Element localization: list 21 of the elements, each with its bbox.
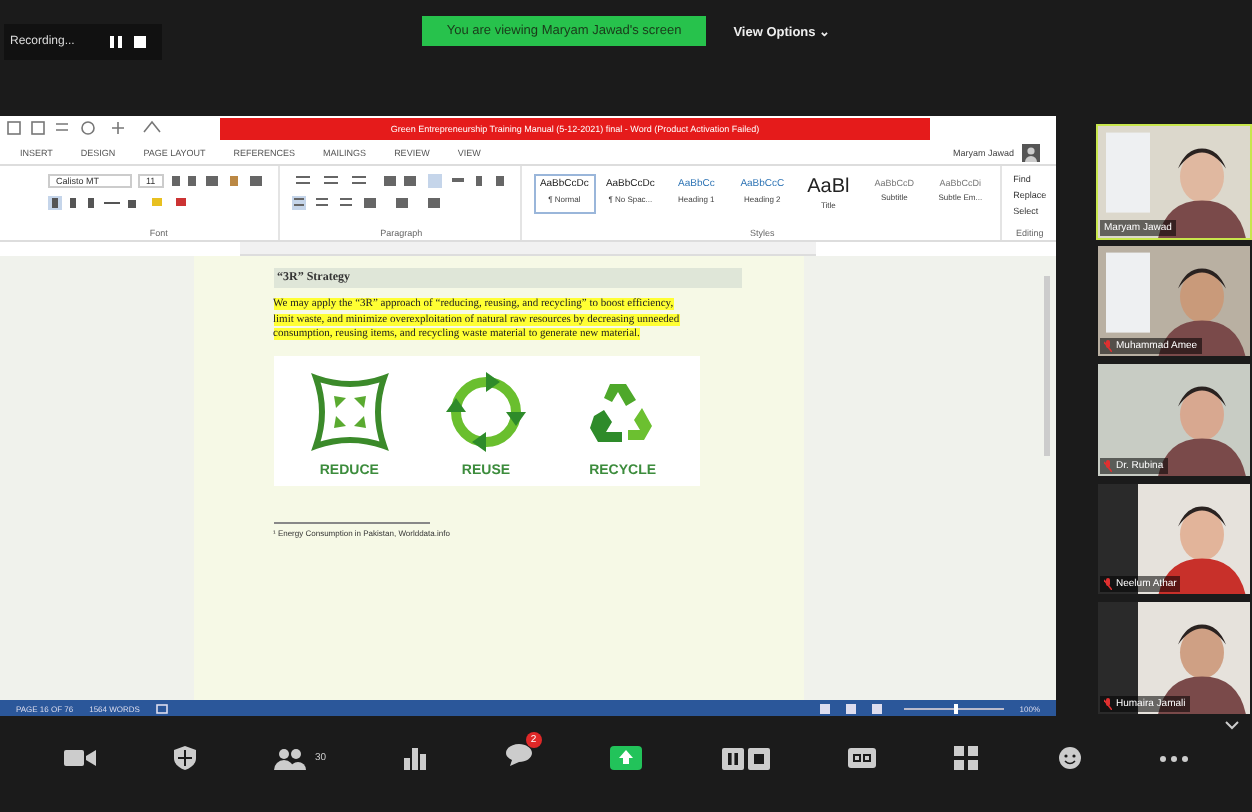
scroll-bar[interactable] [1044, 276, 1050, 456]
bar-chart-icon[interactable] [404, 747, 427, 769]
inward-arrows-icon [309, 371, 390, 452]
video-camera-icon[interactable] [63, 748, 96, 768]
people-icon[interactable] [274, 747, 307, 769]
stop-icon[interactable] [134, 36, 147, 48]
view-mode-icons[interactable] [819, 703, 888, 713]
more-icon[interactable] [1160, 755, 1189, 761]
grid-icon[interactable] [954, 746, 979, 770]
shield-icon[interactable] [174, 746, 197, 770]
pause-stop-icon[interactable] [721, 747, 770, 769]
pause-icon[interactable] [110, 36, 123, 48]
proofing-icon[interactable] [155, 703, 168, 713]
user-avatar-icon[interactable] [1022, 144, 1040, 162]
smiley-icon[interactable] [1057, 746, 1082, 770]
circular-arrows-icon [445, 371, 526, 452]
closed-caption-icon[interactable] [847, 748, 876, 768]
share-screen-icon[interactable] [610, 746, 643, 770]
chat-bubble-icon[interactable] [505, 744, 532, 766]
zoom-slider-thumb[interactable] [953, 703, 958, 713]
chevron-down-icon[interactable] [1224, 720, 1240, 730]
